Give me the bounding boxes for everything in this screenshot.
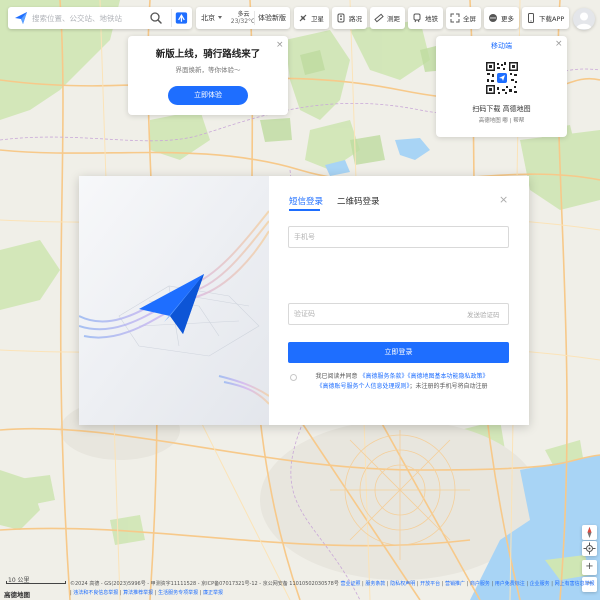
more-label: 更多 [501,15,514,23]
tab-qr-login[interactable]: 二维码登录 [337,195,380,207]
footer-link[interactable]: 用户免费标注 [495,581,525,587]
more-button[interactable]: 更多 [484,7,519,29]
footer-links: ©2024 高德 - GS(2023)5996号 - 甲测资字11111528 … [70,581,595,596]
footer-link[interactable]: 算法推荐举报 [123,590,153,596]
tab-active-indicator [289,209,320,211]
map-toolbar: 卫星 路况 测距 地铁 全屏 更多 下载APP [294,7,572,29]
user-icon [576,12,592,29]
mobile-qr-panel: × 移动端 扫码下载 高德地图 高德地图 嘟 | 帮帮 [436,36,567,137]
qr-subcaption: 高德地图 嘟 | 帮帮 [478,118,525,124]
police-record[interactable]: 京公网安备 11010502030578号 [263,581,339,587]
search-icon[interactable] [148,10,164,26]
promo-title: 新版上线，骑行路线来了 [155,49,261,60]
footer-link[interactable]: 服务条款 [365,581,385,587]
qr-code-image [485,61,519,95]
amap-logo-icon[interactable] [14,11,28,25]
footer-link[interactable]: 商户服务 [470,581,490,587]
footer-link[interactable]: 企业服务 [530,581,550,587]
city-weather-box: 北京 多云 23/32°C 体验新版 [196,7,290,29]
compass-button[interactable] [582,525,597,540]
subway-label: 地铁 [425,15,438,23]
search-input[interactable] [32,10,142,26]
scale-bar [6,581,66,584]
traffic-button[interactable]: 路况 [332,7,367,29]
privacy-policy-link[interactable]: 《高德地图基本功能隐私政策》 [407,373,488,380]
weather-temperature: 23/32°C [230,18,256,25]
user-avatar[interactable] [573,8,595,30]
fullscreen-label: 全屏 [463,15,476,23]
ruler-label: 测距 [387,15,400,23]
subway-icon [413,13,421,23]
send-code-button[interactable]: 发送验证码 [467,309,500,319]
zoom-in-button[interactable]: + [582,560,597,575]
footer-link[interactable]: 营业证照 [340,581,360,587]
qr-caption: 扫码下载 高德地图 [472,105,531,113]
locate-button[interactable] [582,541,597,556]
route-icon[interactable] [171,9,189,27]
amap-footer-logo: 高德地图 [4,591,30,599]
ruler-icon [374,13,384,23]
compass-icon [587,527,592,538]
agreement-text: 我已阅读并同意 《高德服务条款》《高德地图基本功能隐私政策》 《高德账号服务个人… [290,372,514,392]
login-submit-button[interactable]: 立即登录 [288,342,509,363]
account-rules-link[interactable]: 《高德账号服务个人信息处理规则》 [316,383,409,390]
copyright-text: ©2024 高德 - GS(2023)5996号 - 甲测资字11111528 … [70,581,263,587]
footer-link[interactable]: 违法和不良信息举报 [73,590,118,596]
locate-icon [583,542,596,555]
fullscreen-icon [450,13,460,23]
promo-popup: × 新版上线，骑行路线来了 界面焕新，等你体验～ 立即体验 [128,36,288,115]
tab-sms-login[interactable]: 短信登录 [289,195,323,207]
agree-prefix: 我已阅读并同意 [315,373,358,380]
login-modal: 短信登录 二维码登录 × 发送验证码 立即登录 我已阅读并同意 《高德服务条款》… [79,176,529,425]
footer-link[interactable]: 营销推广 [445,581,465,587]
subway-button[interactable]: 地铁 [408,7,443,29]
chevron-down-icon[interactable] [218,16,222,19]
login-illustration [79,176,269,425]
divider [254,11,255,25]
footer-link[interactable]: 开放平台 [420,581,440,587]
fullscreen-button[interactable]: 全屏 [446,7,481,29]
more-icon [489,14,497,22]
city-selector[interactable]: 北京 [201,13,215,23]
traffic-label: 路况 [349,15,362,23]
promo-subtitle: 界面焕新，等你体验～ [175,66,241,74]
ruler-button[interactable]: 测距 [370,7,405,29]
phone-input[interactable] [288,226,509,248]
footer-link[interactable]: 网上有害信息举报 [555,581,595,587]
satellite-button[interactable]: 卫星 [294,7,329,29]
satellite-icon [299,14,307,22]
download-app-button[interactable]: 下载APP [522,7,570,29]
terms-link[interactable]: 《高德服务条款》 [359,373,407,380]
weather-condition: 多云 [237,11,250,18]
footer-link[interactable]: 隐私权声明 [390,581,415,587]
phone-icon [528,13,534,23]
new-version-link[interactable]: 体验新版 [258,13,286,23]
modal-close-button[interactable]: × [499,193,508,206]
mobile-panel-title: 移动端 [491,42,512,50]
satellite-label: 卫星 [311,15,324,23]
agree-suffix: ；未注册的手机号将自动注册 [409,383,488,390]
try-now-button[interactable]: 立即体验 [168,86,248,105]
footer-link[interactable]: 廉正举报 [203,590,223,596]
search-box [8,7,192,29]
footer-link[interactable]: 生活服务专项举报 [158,590,198,596]
traffic-icon [337,13,345,23]
download-app-label: 下载APP [539,15,565,23]
